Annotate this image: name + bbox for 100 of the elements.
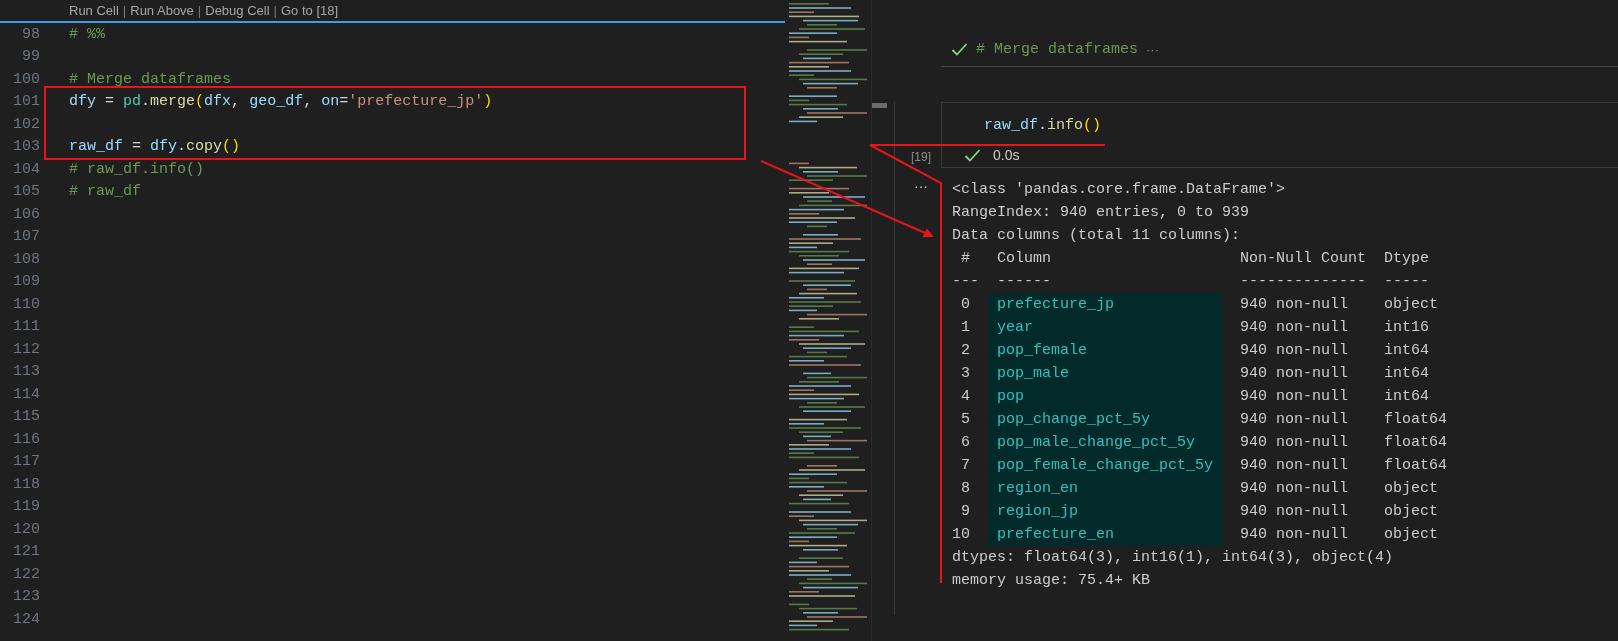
table-cell-text: 0 [960, 295, 971, 315]
table-cell: pop [988, 385, 1223, 408]
line-number: 107 [12, 228, 40, 246]
separator-text: | [122, 3, 127, 18]
table-cell-text: float64 [1384, 410, 1448, 430]
table-cell-text: int64 [1384, 341, 1431, 361]
table-cell-text: 940 non-null [1239, 387, 1350, 407]
rule-text: ------ [996, 272, 1052, 292]
table-cell: region_jp [988, 500, 1223, 523]
line-number: 109 [12, 273, 40, 291]
execution-count: [19] [911, 150, 931, 164]
table-cell: region_en [988, 477, 1223, 500]
codelens-link[interactable]: Go to [18] [280, 3, 339, 18]
table-cell-text: object [1384, 502, 1440, 522]
line-number: 104 [12, 160, 40, 178]
table-cell: prefecture_en [988, 523, 1223, 546]
code-line: # raw_df.info() [69, 160, 205, 178]
code-line: raw_df = dfy.copy() [69, 138, 241, 156]
line-number: 113 [12, 363, 40, 381]
output-line: RangeIndex: 940 entries, 0 to 939 [952, 203, 1251, 223]
line-number: 110 [12, 295, 40, 313]
line-number: 117 [12, 453, 40, 471]
table-cell-text: float64 [1384, 433, 1448, 453]
duration-text: 0.0s [993, 147, 1020, 163]
codelens-link[interactable]: Run Above [130, 3, 194, 18]
table-cell: pop_change_pct_5y [988, 408, 1223, 431]
table-cell: prefecture_jp [988, 293, 1223, 316]
table-cell-text: float64 [1384, 456, 1448, 476]
codelens-link[interactable]: Run Cell [69, 3, 119, 18]
table-cell-text: int64 [1384, 364, 1431, 384]
line-number: 111 [12, 318, 40, 336]
table-cell-text: 6 [960, 433, 971, 453]
codelens-link[interactable]: Debug Cell [205, 3, 270, 18]
line-number: 101 [12, 93, 40, 111]
output-line: <class 'pandas.core.frame.DataFrame'> [952, 180, 1287, 200]
column-header: # [960, 249, 971, 269]
line-number: 99 [21, 48, 40, 66]
line-number: 122 [12, 565, 40, 583]
line-number: 123 [12, 588, 40, 606]
rule-text: --- [952, 272, 980, 292]
table-cell-text: object [1384, 479, 1440, 499]
line-number: 105 [12, 183, 40, 201]
table-cell: pop_male_change_pct_5y [988, 431, 1223, 454]
table-cell-text: 940 non-null [1239, 364, 1350, 384]
table-cell: pop_female_change_pct_5y [988, 454, 1223, 477]
scrollbar-thumb[interactable] [872, 103, 887, 108]
table-cell-text: 940 non-null [1239, 456, 1350, 476]
table-cell-text: 940 non-null [1239, 525, 1350, 545]
output-line: Data columns (total 11 columns): [952, 226, 1242, 246]
column-header: Column [996, 249, 1052, 269]
code-line: dfy = pd.merge(dfx, geo_df, on='prefecture_jp') [69, 93, 493, 111]
code-line: # raw_df [69, 183, 141, 201]
code-line: raw_df.info() [983, 117, 1103, 136]
table-cell-text: 7 [960, 456, 971, 476]
table-cell-text: 4 [960, 387, 971, 407]
line-number: 121 [12, 543, 40, 561]
line-number: 112 [12, 340, 40, 358]
table-cell-text: 5 [960, 410, 971, 430]
table-cell: pop_male [988, 362, 1223, 385]
line-number: 103 [12, 138, 40, 156]
table-cell-text: 940 non-null [1239, 479, 1350, 499]
separator-text: | [197, 3, 202, 18]
rule-text: ----- [1384, 272, 1431, 292]
table-cell-text: 940 non-null [1239, 318, 1350, 338]
table-cell-text: int64 [1384, 387, 1431, 407]
table-cell-text: 940 non-null [1239, 410, 1350, 430]
more-text[interactable]: ··· [1146, 42, 1160, 57]
output-menu[interactable]: ··· [914, 178, 928, 198]
line-number: 116 [12, 430, 40, 448]
table-cell-text: object [1384, 295, 1440, 315]
code-line: # %% [69, 25, 105, 43]
table-cell-text: 3 [960, 364, 971, 384]
output-line: memory usage: 75.4+ KB [952, 571, 1152, 591]
line-number: 114 [12, 385, 40, 403]
table-cell-text: int16 [1384, 318, 1431, 338]
code-cell[interactable]: raw_df.info() 0.0s [941, 102, 1618, 168]
table-cell-text: 940 non-null [1239, 341, 1350, 361]
line-number: 120 [12, 520, 40, 538]
table-cell-text: 940 non-null [1239, 295, 1350, 315]
separator-text: | [273, 3, 277, 18]
table-cell: pop_female [988, 339, 1223, 362]
line-number: 119 [12, 498, 40, 516]
line-number: 115 [12, 408, 40, 426]
line-number: 108 [12, 250, 40, 268]
table-cell-text: 940 non-null [1239, 502, 1350, 522]
table-cell-text: 10 [952, 525, 971, 545]
table-cell-text: 9 [960, 502, 971, 522]
markdown-cell[interactable]: # Merge dataframes ··· [941, 19, 1618, 67]
code-line: # Merge dataframes [69, 70, 232, 88]
table-cell: year [988, 316, 1223, 339]
table-cell-text: 8 [960, 479, 971, 499]
table-cell-text: 2 [960, 341, 971, 361]
line-number: 98 [21, 25, 40, 43]
table-cell-text: 1 [960, 318, 971, 338]
line-number: 124 [12, 610, 40, 628]
table-cell-text: 940 non-null [1239, 433, 1350, 453]
column-header: Dtype [1384, 249, 1431, 269]
table-cell-text: object [1384, 525, 1440, 545]
line-number: 118 [12, 475, 40, 493]
line-number: 106 [12, 205, 40, 223]
